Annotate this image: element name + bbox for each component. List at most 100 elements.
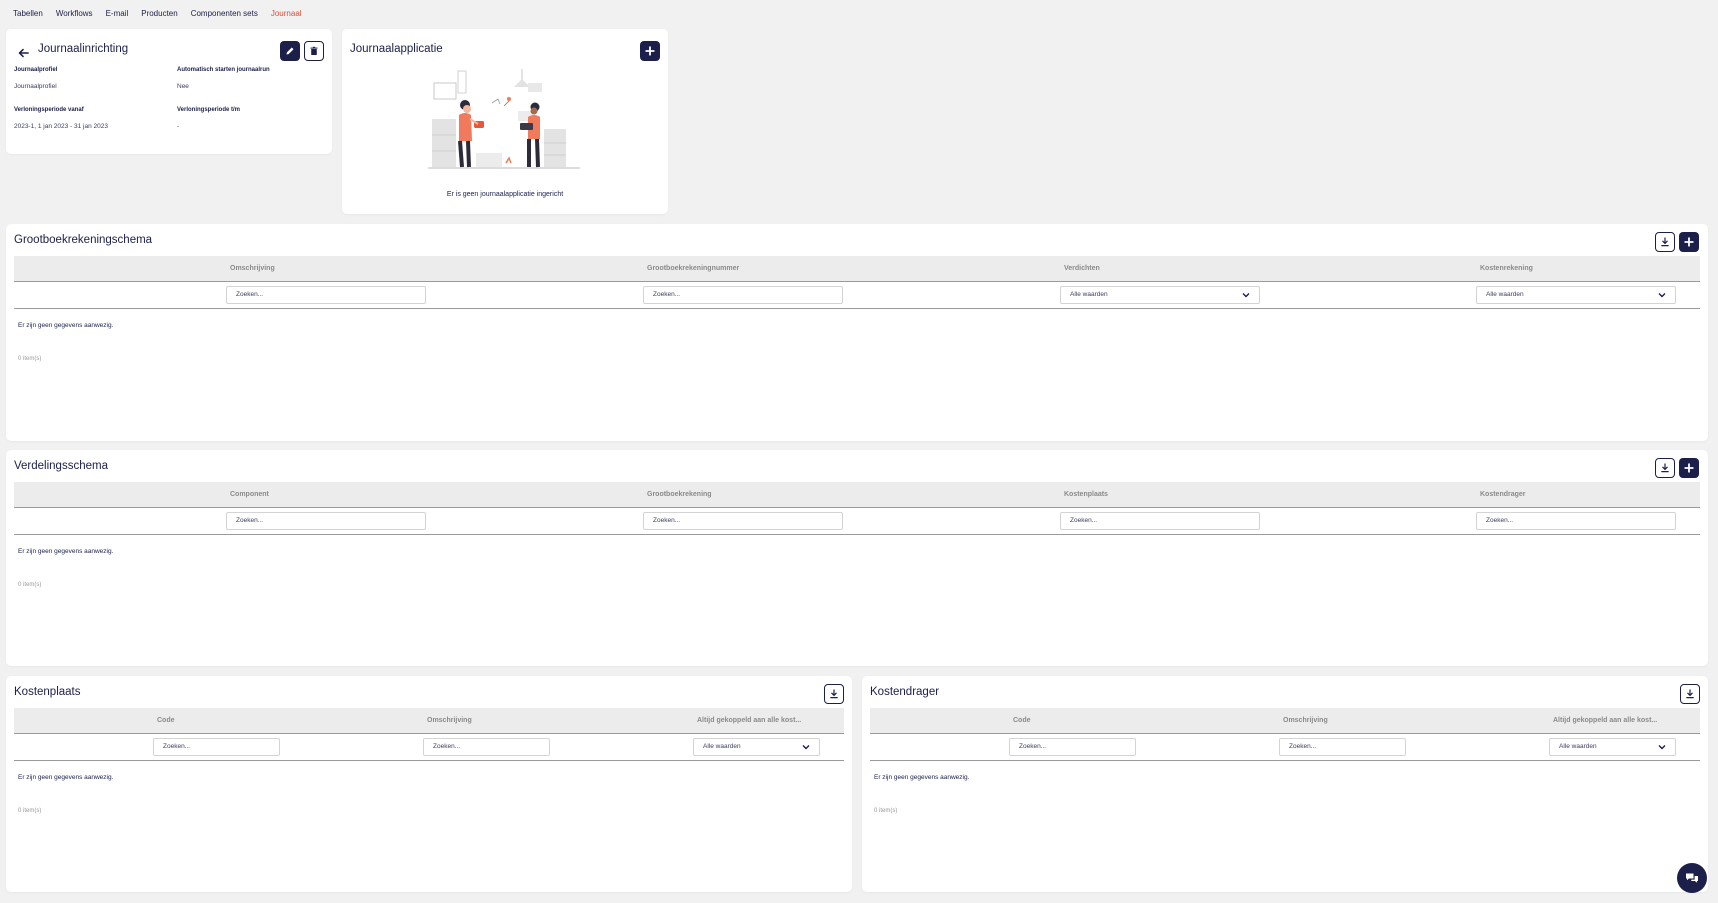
download-icon — [830, 689, 838, 699]
costcarrier-title: Kostendrager — [870, 686, 940, 698]
column-header[interactable]: Omschrijving — [427, 717, 472, 724]
costcarrier-table-card: Kostendrager Code Omschrijving Altijd ge… — [862, 676, 1708, 892]
chat-button[interactable] — [1677, 863, 1707, 893]
download-icon — [1661, 237, 1669, 247]
costcarrier-table-header: Code Omschrijving Altijd gekoppeld aan a… — [870, 708, 1700, 734]
column-header[interactable]: Grootboekrekeningnummer — [647, 265, 739, 272]
back-arrow-icon[interactable] — [18, 45, 29, 58]
chevron-down-icon — [1658, 293, 1666, 298]
empty-state-illustration — [428, 69, 580, 169]
field-label-journaalprofiel: Journaalprofiel — [14, 67, 58, 73]
column-header[interactable]: Verdichten — [1064, 265, 1100, 272]
nav-item-producten[interactable]: Producten — [141, 9, 177, 18]
field-label-period-to: Verloningsperiode t/m — [177, 107, 241, 113]
application-empty-text: Er is geen journaalapplicatie ingericht — [446, 191, 564, 198]
distribution-add-button[interactable] — [1679, 458, 1699, 478]
costcenter-download-button[interactable] — [824, 684, 844, 704]
filter-select-verdichten[interactable]: Alle waarden — [1060, 286, 1260, 304]
add-application-button[interactable] — [640, 41, 660, 61]
empty-message: Er zijn geen gegevens aanwezig. — [874, 774, 970, 781]
field-value-period-from: 2023-1, 1 jan 2023 - 31 jan 2023 — [14, 123, 108, 130]
empty-message: Er zijn geen gegevens aanwezig. — [18, 322, 114, 329]
field-value-period-to: - — [177, 123, 180, 130]
plus-icon — [1684, 463, 1694, 473]
distribution-filter-row: Zoeken... Zoeken... Zoeken... Zoeken... — [14, 508, 1700, 535]
filter-search-input[interactable]: Zoeken... — [226, 286, 426, 304]
filter-search-input[interactable]: Zoeken... — [226, 512, 426, 530]
costcenter-table-header: Code Omschrijving Altijd gekoppeld aan a… — [14, 708, 844, 734]
distribution-title: Verdelingsschema — [14, 460, 108, 472]
distribution-table-card: Verdelingsschema Component Grootboekreke… — [6, 450, 1708, 666]
ledger-filter-row: Zoeken... Zoeken... Alle waarden Alle wa… — [14, 282, 1700, 309]
filter-search-input[interactable]: Zoeken... — [643, 286, 843, 304]
chat-icon — [1686, 873, 1698, 883]
setup-card: Journaalinrichting Journaalprofiel Journ… — [6, 29, 332, 154]
application-title: Journaalapplicatie — [350, 43, 443, 55]
column-header[interactable]: Kostendrager — [1480, 491, 1526, 498]
empty-message: Er zijn geen gegevens aanwezig. — [18, 774, 114, 781]
column-header[interactable]: Kostenrekening — [1480, 265, 1533, 272]
ledger-table-header: Omschrijving Grootboekrekeningnummer Ver… — [14, 256, 1700, 282]
filter-select-value: Alle waarden — [1486, 291, 1524, 298]
ledger-download-button[interactable] — [1655, 232, 1675, 252]
filter-select-value: Alle waarden — [703, 743, 741, 750]
filter-search-input[interactable]: Zoeken... — [1060, 512, 1260, 530]
item-count: 0 item(s) — [18, 808, 42, 814]
chevron-down-icon — [802, 745, 810, 750]
filter-select-always-linked[interactable]: Alle waarden — [1549, 738, 1676, 756]
ledger-add-button[interactable] — [1679, 232, 1699, 252]
download-icon — [1686, 689, 1694, 699]
distribution-download-button[interactable] — [1655, 458, 1675, 478]
plus-icon — [645, 46, 655, 56]
download-icon — [1661, 463, 1669, 473]
field-label-auto-start: Automatisch starten journaalrun — [177, 67, 270, 73]
plus-icon — [1684, 237, 1694, 247]
filter-select-always-linked[interactable]: Alle waarden — [693, 738, 820, 756]
column-header[interactable]: Code — [1013, 717, 1031, 724]
column-header[interactable]: Grootboekrekening — [647, 491, 712, 498]
costcarrier-filter-row: Zoeken... Zoeken... Alle waarden — [870, 734, 1700, 761]
application-card: Journaalapplicatie Er is geen journaalap… — [342, 29, 668, 214]
top-nav: Tabellen Workflows E-mail Producten Comp… — [13, 9, 302, 18]
filter-search-input[interactable]: Zoeken... — [1009, 738, 1136, 756]
filter-select-kostenrekening[interactable]: Alle waarden — [1476, 286, 1676, 304]
trash-icon — [310, 46, 318, 55]
pencil-icon — [286, 47, 294, 55]
column-header[interactable]: Component — [230, 491, 269, 498]
nav-item-workflows[interactable]: Workflows — [56, 9, 93, 18]
filter-search-input[interactable]: Zoeken... — [1279, 738, 1406, 756]
ledger-table-card: Grootboekrekeningschema Omschrijving Gro… — [6, 224, 1708, 441]
column-header[interactable]: Altijd gekoppeld aan alle kost... — [1553, 717, 1657, 724]
edit-button[interactable] — [280, 41, 300, 61]
nav-item-email[interactable]: E-mail — [106, 9, 129, 18]
column-header[interactable]: Omschrijving — [1283, 717, 1328, 724]
distribution-table-header: Component Grootboekrekening Kostenplaats… — [14, 482, 1700, 508]
nav-item-tabellen[interactable]: Tabellen — [13, 9, 43, 18]
setup-title: Journaalinrichting — [38, 43, 129, 55]
column-header[interactable]: Altijd gekoppeld aan alle kost... — [697, 717, 801, 724]
chevron-down-icon — [1242, 293, 1250, 298]
column-header[interactable]: Kostenplaats — [1064, 491, 1108, 498]
column-header[interactable]: Code — [157, 717, 175, 724]
filter-search-input[interactable]: Zoeken... — [1476, 512, 1676, 530]
costcarrier-download-button[interactable] — [1680, 684, 1700, 704]
field-label-period-from: Verloningsperiode vanaf — [14, 107, 84, 113]
filter-search-input[interactable]: Zoeken... — [643, 512, 843, 530]
chevron-down-icon — [1658, 745, 1666, 750]
item-count: 0 item(s) — [18, 582, 42, 588]
field-value-auto-start: Nee — [177, 83, 189, 90]
item-count: 0 item(s) — [18, 356, 42, 362]
filter-select-value: Alle waarden — [1559, 743, 1597, 750]
filter-select-value: Alle waarden — [1070, 291, 1108, 298]
nav-item-journaal[interactable]: Journaal — [271, 9, 302, 18]
nav-item-componenten-sets[interactable]: Componenten sets — [191, 9, 258, 18]
empty-message: Er zijn geen gegevens aanwezig. — [18, 548, 114, 555]
filter-search-input[interactable]: Zoeken... — [423, 738, 550, 756]
costcenter-table-card: Kostenplaats Code Omschrijving Altijd ge… — [6, 676, 852, 892]
filter-search-input[interactable]: Zoeken... — [153, 738, 280, 756]
column-header[interactable]: Omschrijving — [230, 265, 275, 272]
costcenter-filter-row: Zoeken... Zoeken... Alle waarden — [14, 734, 844, 761]
item-count: 0 item(s) — [874, 808, 898, 814]
delete-button[interactable] — [304, 41, 324, 61]
ledger-title: Grootboekrekeningschema — [14, 234, 153, 246]
